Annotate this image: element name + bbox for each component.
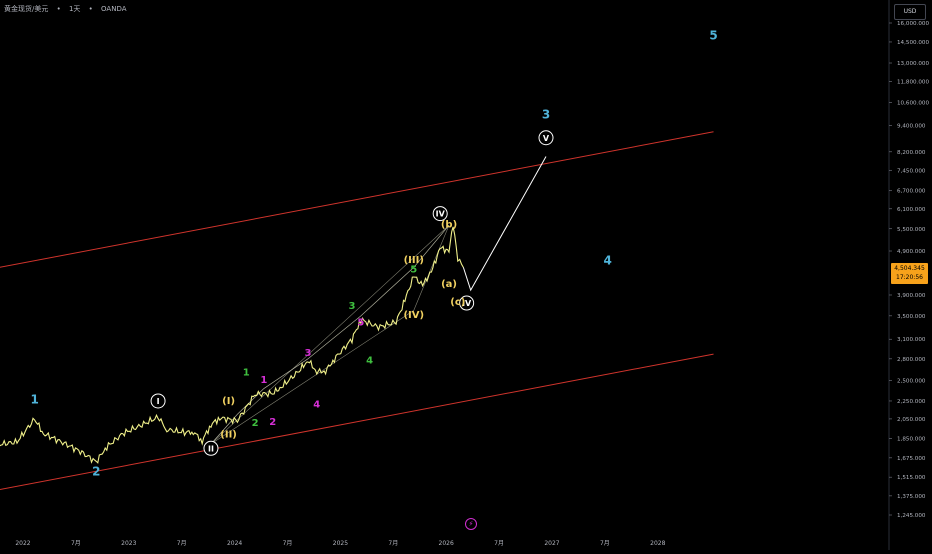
price-tick-label: 8,200.000 bbox=[897, 150, 926, 156]
wave-label: 3 bbox=[542, 108, 550, 122]
time-tick-label: 7月 bbox=[388, 540, 398, 547]
time-tick-label: 2025 bbox=[333, 540, 348, 547]
price-tick-label: 16,000.000 bbox=[897, 21, 929, 27]
wave-label: 1 bbox=[260, 375, 267, 386]
time-tick-label: 7月 bbox=[177, 540, 187, 547]
wave-label: (IV) bbox=[403, 310, 424, 321]
price-chart[interactable]: 1 2 3 4 5 I II IV V IV (I) (II) (III) (IV) (a) (b) (c) 1 2… bbox=[0, 0, 932, 550]
wave-label: (I) bbox=[222, 396, 235, 407]
price-tick-label: 9,400.000 bbox=[897, 123, 926, 129]
current-price: 4,504.345 bbox=[894, 265, 925, 272]
wave-label: (c) bbox=[450, 297, 465, 308]
price-tick-label: 1,245.000 bbox=[897, 513, 926, 519]
price-tick-label: 1,850.000 bbox=[897, 437, 926, 443]
time-tick-label: 7月 bbox=[71, 540, 81, 547]
currency-button[interactable]: USD bbox=[894, 4, 926, 20]
wave-label: 1 bbox=[243, 368, 250, 379]
symbol-header[interactable]: 黄金现货/美元 • 1天 • OANDA bbox=[4, 4, 133, 14]
interval-label[interactable]: 1天 bbox=[69, 5, 80, 13]
header-separator: • bbox=[88, 5, 93, 13]
header-separator: • bbox=[56, 5, 61, 13]
price-tick-label: 11,800.000 bbox=[897, 80, 929, 86]
wave-label: 5 bbox=[357, 317, 364, 328]
time-tick-label: 2027 bbox=[544, 540, 559, 547]
price-tick-label: 2,500.000 bbox=[897, 379, 926, 385]
current-price-tag: 4,504.345 17:20:56 bbox=[891, 263, 928, 284]
price-tick-label: 2,050.000 bbox=[897, 417, 926, 423]
price-tick-label: 3,500.000 bbox=[897, 314, 926, 320]
time-tick-label: 2022 bbox=[15, 540, 30, 547]
wave-label: (b) bbox=[441, 220, 457, 231]
wave-label: (a) bbox=[441, 279, 457, 290]
price-tick-label: 1,515.000 bbox=[897, 475, 926, 481]
wave-label: V bbox=[543, 134, 550, 143]
time-tick-label: 7月 bbox=[494, 540, 504, 547]
wave-label: 5 bbox=[709, 28, 717, 42]
wave-label: 4 bbox=[313, 400, 320, 411]
symbol-name[interactable]: 黄金现货/美元 bbox=[4, 5, 48, 13]
price-tick-label: 6,100.000 bbox=[897, 207, 926, 213]
time-tick-label: 2028 bbox=[650, 540, 665, 547]
wave-label: 1 bbox=[30, 392, 38, 406]
price-tick-label: 14,500.000 bbox=[897, 40, 929, 46]
price-tick-label: 7,450.000 bbox=[897, 168, 926, 174]
price-tick-label: 1,675.000 bbox=[897, 456, 926, 462]
wave-label: 4 bbox=[366, 356, 373, 367]
wave-label: 2 bbox=[252, 418, 259, 429]
wave-label: I bbox=[157, 397, 160, 406]
price-tick-label: 6,700.000 bbox=[897, 189, 926, 195]
price-tick-label: 2,800.000 bbox=[897, 357, 926, 363]
wave-label: 3 bbox=[349, 301, 356, 312]
chart-svg[interactable]: 12345IIIIVVIV(I)(II)(III)(IV)(a)(b)(c)12… bbox=[0, 0, 932, 550]
wave-label: (II) bbox=[220, 430, 237, 441]
wave-label: 2 bbox=[269, 417, 276, 428]
lightning-icon[interactable]: ⚡ bbox=[465, 518, 477, 530]
time-tick-label: 2024 bbox=[227, 540, 242, 547]
time-tick-label: 7月 bbox=[283, 540, 293, 547]
wave-label: 4 bbox=[604, 253, 612, 267]
price-tick-label: 2,250.000 bbox=[897, 399, 926, 405]
broker-label: OANDA bbox=[101, 5, 127, 13]
time-tick-label: 7月 bbox=[600, 540, 610, 547]
time-tick-label: 2026 bbox=[439, 540, 454, 547]
wave-label: II bbox=[208, 444, 214, 453]
price-tick-label: 13,000.000 bbox=[897, 61, 929, 67]
price-tick-label: 3,900.000 bbox=[897, 293, 926, 299]
bar-countdown: 17:20:56 bbox=[896, 274, 923, 281]
price-tick-label: 3,100.000 bbox=[897, 337, 926, 343]
wave-label: IV bbox=[436, 210, 446, 219]
price-tick-label: 4,900.000 bbox=[897, 249, 926, 255]
time-tick-label: 2023 bbox=[121, 540, 136, 547]
wave-label: 2 bbox=[92, 465, 100, 479]
price-tick-label: 10,600.000 bbox=[897, 100, 929, 106]
wave-label: 5 bbox=[410, 264, 417, 275]
price-tick-label: 1,375.000 bbox=[897, 494, 926, 500]
price-tick-label: 5,500.000 bbox=[897, 227, 926, 233]
wave-label: 3 bbox=[304, 348, 311, 359]
